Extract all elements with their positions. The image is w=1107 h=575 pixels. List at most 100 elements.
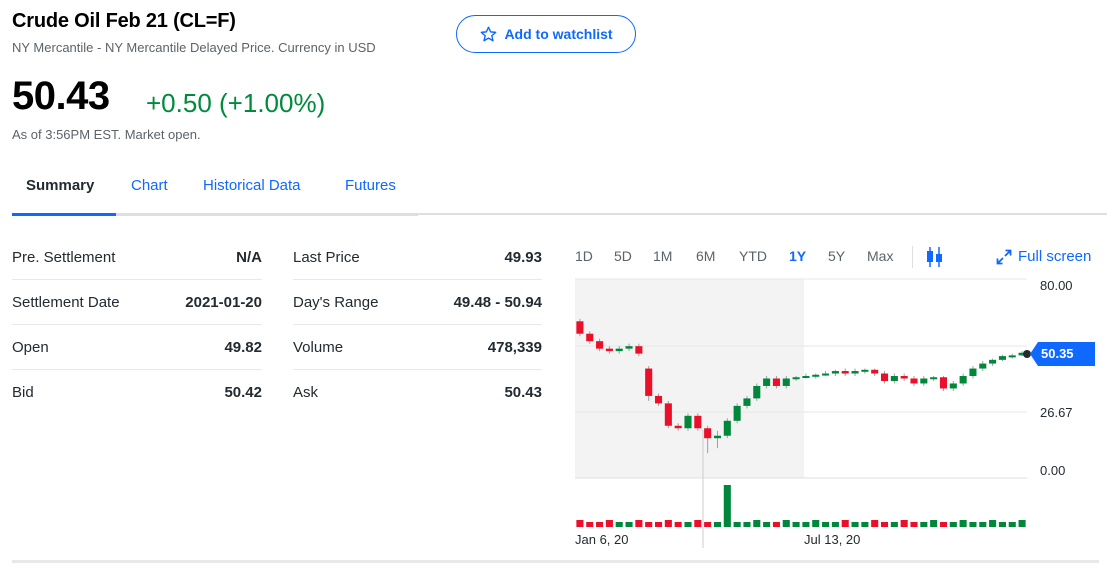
stat-row-pre-settlement: Pre. Settlement N/A: [12, 235, 262, 280]
stat-row-last-price: Last Price 49.93: [293, 235, 542, 280]
volume-bar: [930, 520, 938, 527]
tab-historical-data[interactable]: Historical Data: [203, 177, 301, 194]
stat-label: Settlement Date: [12, 293, 120, 311]
stat-value: 49.82: [224, 338, 262, 356]
volume-bar: [615, 522, 623, 527]
volume-bar: [743, 522, 751, 527]
range-6m[interactable]: 6M: [696, 248, 715, 264]
volume-bar: [576, 520, 584, 527]
volume-bar: [684, 522, 692, 527]
volume-bar: [586, 522, 594, 527]
quote-timestamp: As of 3:56PM EST. Market open.: [12, 127, 201, 142]
volume-bar: [900, 520, 908, 527]
volume-bar: [674, 522, 682, 527]
volume-layer: [576, 485, 1026, 527]
page-title: Crude Oil Feb 21 (CL=F): [12, 10, 236, 32]
candle-body: [900, 376, 908, 379]
volume-bar: [851, 522, 859, 527]
volume-bar: [802, 522, 810, 527]
candle-body: [979, 363, 987, 369]
candle-body: [645, 368, 653, 396]
volume-bar: [841, 520, 849, 527]
candle-body: [763, 378, 771, 386]
volume-bar: [831, 522, 839, 527]
expand-icon: [996, 249, 1012, 264]
divider: [418, 213, 1107, 215]
tab-futures[interactable]: Futures: [345, 177, 396, 194]
candle-body: [841, 371, 849, 374]
tab-chart[interactable]: Chart: [131, 177, 168, 194]
candle-body: [772, 378, 780, 386]
volume-bar: [979, 522, 987, 527]
candle-body: [939, 377, 948, 389]
candle-body: [930, 377, 938, 380]
volume-bar: [1018, 520, 1026, 527]
stat-label: Bid: [12, 384, 34, 401]
candle-body: [822, 373, 830, 376]
candle-body: [792, 377, 800, 380]
volume-bar: [654, 522, 663, 527]
volume-bar: [861, 522, 869, 527]
volume-bar: [880, 522, 889, 527]
candle-body: [615, 348, 623, 352]
candlestick-icon[interactable]: [925, 246, 945, 268]
volume-bar: [989, 520, 997, 527]
candle-body: [743, 398, 751, 406]
candle-body: [959, 376, 967, 384]
candle-body: [949, 383, 957, 389]
volume-bar: [822, 522, 830, 527]
stat-row-ask: Ask 50.43: [293, 370, 542, 415]
full-screen-label: Full screen: [1018, 248, 1092, 265]
stat-row-settlement-date: Settlement Date 2021-01-20: [12, 280, 262, 325]
full-screen-button[interactable]: Full screen: [996, 248, 1091, 265]
volume-bar: [625, 522, 633, 527]
stats-table-right: Last Price 49.93 Day's Range 49.48 - 50.…: [293, 235, 542, 415]
candle-body: [674, 425, 682, 429]
candle-body: [920, 378, 928, 384]
add-to-watchlist-button[interactable]: Add to watchlist: [456, 15, 636, 53]
volume-bar: [704, 522, 712, 527]
candle-body: [802, 376, 810, 379]
volume-bar: [694, 520, 702, 527]
stats-table-left: Pre. Settlement N/A Settlement Date 2021…: [12, 235, 262, 415]
range-1d[interactable]: 1D: [575, 248, 593, 264]
candle-body: [812, 374, 820, 377]
candle-body: [1008, 355, 1016, 358]
volume-bar: [890, 522, 898, 527]
candle-body: [880, 373, 889, 381]
stat-row-volume: Volume 478,339: [293, 325, 542, 370]
stat-value: 50.42: [224, 384, 262, 401]
stat-label: Volume: [293, 338, 344, 356]
stat-value: 49.48 - 50.94: [453, 293, 542, 311]
y-tick-label: 26.67: [1040, 405, 1073, 420]
range-1m[interactable]: 1M: [653, 248, 672, 264]
x-tick-label: Jul 13, 20: [804, 532, 860, 547]
volume-bar: [772, 522, 780, 527]
stat-label: Ask: [293, 384, 319, 401]
volume-bar: [733, 522, 741, 527]
candle-body: [851, 371, 859, 374]
volume-bar: [920, 522, 928, 527]
current-price: 50.43: [12, 74, 110, 118]
section-divider: [12, 560, 1099, 563]
candle-body: [831, 371, 839, 374]
range-5y[interactable]: 5Y: [828, 248, 845, 264]
range-ytd[interactable]: YTD: [739, 248, 767, 264]
stat-row-bid: Bid 50.42: [12, 370, 262, 415]
range-1y[interactable]: 1Y: [789, 248, 806, 264]
candle-body: [782, 378, 790, 386]
candle-body: [704, 428, 712, 439]
candle-body: [1018, 352, 1026, 356]
tab-summary[interactable]: Summary: [26, 177, 94, 194]
candles-layer: [576, 318, 1026, 454]
stat-value: 49.93: [504, 248, 542, 266]
range-5d[interactable]: 5D: [614, 248, 632, 264]
volume-bar: [959, 520, 967, 527]
candle-body: [910, 378, 918, 384]
candle-body: [989, 359, 997, 364]
range-max[interactable]: Max: [867, 248, 893, 264]
candle-body: [723, 420, 731, 436]
stat-value: 478,339: [487, 338, 542, 356]
active-tab-indicator: [12, 213, 116, 216]
stat-row-open: Open 49.82: [12, 325, 262, 370]
